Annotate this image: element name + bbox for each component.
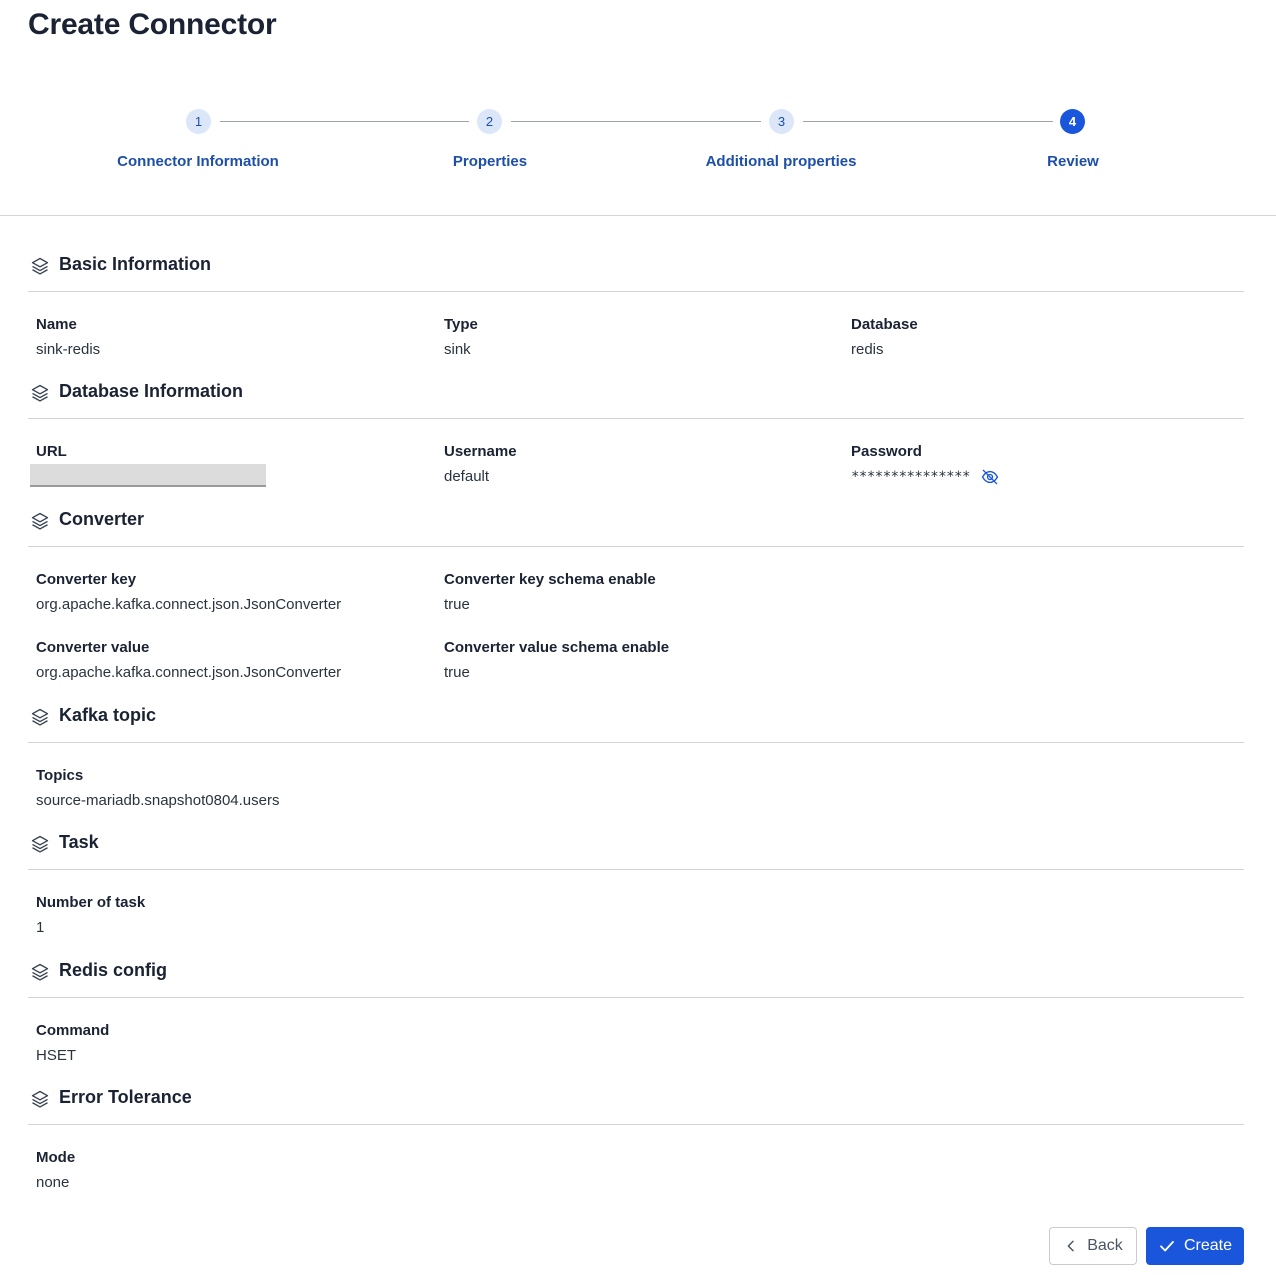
section-title: Task: [59, 832, 99, 852]
create-button[interactable]: Create: [1146, 1227, 1244, 1265]
field-label: Converter value: [36, 639, 150, 656]
field-label: Converter key: [36, 571, 137, 588]
create-button-label: Create: [1183, 1237, 1233, 1254]
field-converter-value-schema: Converter value schema enable true: [444, 638, 824, 683]
field-label: Converter key schema enable: [444, 571, 656, 588]
stepper: 1 2 3 4 Connector Information Properties…: [0, 108, 1276, 178]
field-database: Database redis: [851, 315, 1231, 360]
field-name: Name sink-redis: [36, 315, 416, 360]
field-label: Number of task: [36, 894, 146, 911]
url-redacted-value: [30, 464, 266, 487]
section-title: Converter: [59, 509, 145, 529]
field-value: source-mariadb.snapshot0804.users: [36, 792, 280, 809]
field-value: true: [444, 664, 470, 681]
step-connector-line: [220, 121, 469, 122]
field-value: org.apache.kafka.connect.json.JsonConver…: [36, 664, 342, 681]
field-number-of-task: Number of task 1: [36, 893, 416, 938]
section-redis-config: Redis config: [28, 958, 1244, 998]
step-4-number[interactable]: 4: [1060, 109, 1085, 134]
field-label: Username: [444, 443, 517, 460]
step-4-label[interactable]: Review: [953, 153, 1193, 170]
layers-icon: [31, 835, 49, 853]
field-value: default: [444, 468, 490, 485]
section-title: Basic Information: [59, 254, 212, 274]
step-2-number[interactable]: 2: [477, 109, 502, 134]
field-label: Database: [851, 316, 918, 333]
layers-icon: [31, 384, 49, 402]
field-command: Command HSET: [36, 1021, 416, 1066]
check-icon: [1160, 1240, 1174, 1252]
section-database-information: Database Information: [28, 379, 1244, 419]
layers-icon: [31, 708, 49, 726]
step-1-number[interactable]: 1: [186, 109, 211, 134]
field-value: none: [36, 1174, 70, 1191]
field-converter-value: Converter value org.apache.kafka.connect…: [36, 638, 416, 683]
password-row: ***************: [851, 467, 1231, 487]
field-topics: Topics source-mariadb.snapshot0804.users: [36, 766, 536, 811]
back-button-label: Back: [1087, 1237, 1123, 1254]
field-label: Name: [36, 316, 77, 333]
section-kafka-topic: Kafka topic: [28, 703, 1244, 743]
field-converter-key: Converter key org.apache.kafka.connect.j…: [36, 570, 416, 615]
section-title: Kafka topic: [59, 705, 157, 725]
field-label: Converter value schema enable: [444, 639, 670, 656]
field-url: URL: [30, 442, 416, 487]
field-value: redis: [851, 341, 884, 358]
field-label: Command: [36, 1022, 110, 1039]
section-task: Task: [28, 830, 1244, 870]
back-button[interactable]: Back: [1049, 1227, 1137, 1265]
field-label: Mode: [36, 1149, 76, 1166]
page-title: Create Connector: [28, 8, 277, 41]
field-value: true: [444, 596, 470, 613]
field-value: HSET: [36, 1047, 77, 1064]
field-type: Type sink: [444, 315, 824, 360]
field-label: URL: [36, 443, 67, 460]
step-connector-line: [511, 121, 761, 122]
field-label: Topics: [36, 767, 84, 784]
section-title: Error Tolerance: [59, 1087, 192, 1107]
step-1-label[interactable]: Connector Information: [78, 153, 318, 170]
section-converter: Converter: [28, 507, 1244, 547]
field-value: sink: [444, 341, 471, 358]
layers-icon: [31, 512, 49, 530]
field-value: sink-redis: [36, 341, 101, 358]
field-converter-key-schema: Converter key schema enable true: [444, 570, 824, 615]
password-value: ***************: [851, 469, 970, 485]
chevron-left-icon: [1067, 1240, 1074, 1252]
step-2-label[interactable]: Properties: [370, 153, 610, 170]
section-error-tolerance: Error Tolerance: [28, 1085, 1244, 1125]
section-basic-information: Basic Information: [28, 252, 1244, 292]
step-connector-line: [803, 121, 1053, 122]
section-title: Database Information: [59, 381, 244, 401]
step-3-number[interactable]: 3: [769, 109, 794, 134]
field-label: Password: [851, 443, 922, 460]
step-3-label[interactable]: Additional properties: [661, 153, 901, 170]
field-value: 1: [36, 919, 45, 936]
field-password: Password ***************: [851, 442, 1231, 487]
section-title: Redis config: [59, 960, 168, 980]
field-username: Username default: [444, 442, 824, 487]
field-mode: Mode none: [36, 1148, 416, 1193]
layers-icon: [31, 257, 49, 275]
layers-icon: [31, 963, 49, 981]
field-value: org.apache.kafka.connect.json.JsonConver…: [36, 596, 342, 613]
layers-icon: [31, 1090, 49, 1108]
header-divider: [0, 215, 1276, 216]
eye-off-icon[interactable]: [980, 467, 1000, 487]
field-label: Type: [444, 316, 478, 333]
